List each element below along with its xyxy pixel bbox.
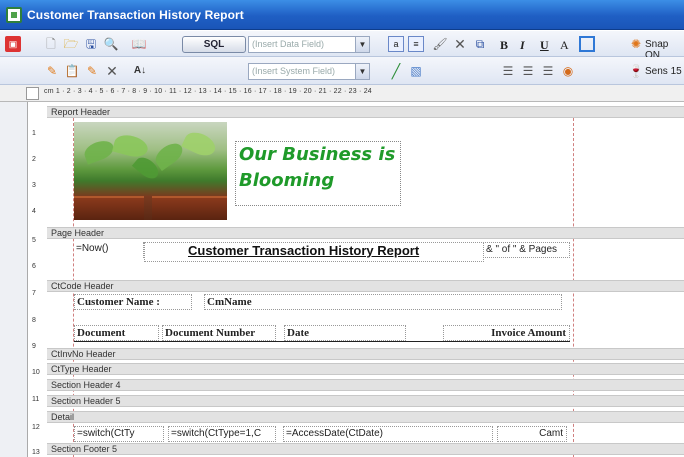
band-page-header[interactable]: Page Header <box>47 227 684 239</box>
column-header-date[interactable]: Date <box>284 325 406 341</box>
align-left-icon[interactable]: ☰ <box>500 63 516 79</box>
ruler-ticks: 1 · 2 · 3 · 4 · 5 · 6 · 7 · 8 · 9 · 10 ·… <box>55 88 372 95</box>
sensitivity-value[interactable]: Sens 15 <box>645 66 682 77</box>
horizontal-ruler: cm 1 · 2 · 3 · 4 · 5 · 6 · 7 · 8 · 9 · 1… <box>0 85 684 102</box>
column-header-underline <box>74 341 570 342</box>
now-field[interactable]: =Now() <box>74 242 144 258</box>
band-report-header[interactable]: Report Header <box>47 106 684 118</box>
book-icon[interactable]: 📖 <box>131 36 147 52</box>
border-icon[interactable] <box>579 36 595 52</box>
plant-leaf <box>111 131 151 161</box>
open-folder-icon[interactable]: 🗁 <box>63 36 79 52</box>
image-icon[interactable]: ▧ <box>408 63 424 79</box>
vruler-label: 2 <box>32 156 36 163</box>
vruler-label: 7 <box>32 290 36 297</box>
vruler-label: 11 <box>32 396 40 403</box>
main-toolbar: ▣ 🗋 🗁 🖫 🔍 📖 SQL (Insert Data Field) ▼ a … <box>0 31 684 61</box>
flower-pot <box>152 196 227 220</box>
ruler-unit-label: cm <box>44 88 54 95</box>
chevron-down-icon[interactable]: ▼ <box>355 64 369 79</box>
sql-button[interactable]: SQL <box>182 36 246 53</box>
chevron-down-icon[interactable]: ▼ <box>355 37 369 52</box>
band-section-header-5[interactable]: Section Header 5 <box>47 395 684 407</box>
window-title: Customer Transaction History Report <box>27 8 244 22</box>
band-ctinvno-header[interactable]: CtInvNo Header <box>47 348 684 360</box>
print-preview-icon[interactable]: 🔍 <box>103 36 119 52</box>
customer-name-field[interactable]: CmName <box>204 294 562 310</box>
ruler-corner[interactable] <box>26 87 39 100</box>
vruler-label: 12 <box>32 424 40 431</box>
vruler-label: 3 <box>32 182 36 189</box>
vruler-label: 10 <box>32 369 40 376</box>
copy-icon[interactable]: ⧉ <box>472 36 488 52</box>
insert-data-field-placeholder: (Insert Data Field) <box>252 39 325 49</box>
column-header-document-number[interactable]: Document Number <box>162 325 276 341</box>
report-title-label: Customer Transaction History Report <box>188 243 420 258</box>
page-number-field[interactable]: & " of " & Pages <box>483 242 570 258</box>
detail-date-field[interactable]: =AccessDate(CtDate) <box>283 426 493 442</box>
format-toolbar: ✎ 📋 ✎ ✕ A↓ (Insert System Field) ▼ ╱ ▧ ☰… <box>0 57 684 85</box>
vruler-label: 8 <box>32 317 36 324</box>
text-box-icon[interactable]: a <box>388 36 404 52</box>
insert-data-field-combo[interactable]: (Insert Data Field) ▼ <box>248 36 370 53</box>
band-detail[interactable]: Detail <box>47 411 684 423</box>
vruler-label: 13 <box>32 449 40 456</box>
band-cttype-header[interactable]: CtType Header <box>47 363 684 375</box>
italic-button[interactable]: I <box>520 38 525 53</box>
app-icon <box>6 7 22 23</box>
band-section-header-4[interactable]: Section Header 4 <box>47 379 684 391</box>
flower-pot <box>74 196 144 220</box>
delete-icon[interactable]: ✕ <box>452 36 468 52</box>
ruler-units: cm 1 · 2 · 3 · 4 · 5 · 6 · 7 · 8 · 9 · 1… <box>44 88 372 95</box>
band-section-footer-5[interactable]: Section Footer 5 <box>47 443 684 455</box>
vruler-label: 6 <box>32 263 36 270</box>
vruler-label: 4 <box>32 208 36 215</box>
insert-text-icon[interactable]: ✎ <box>44 63 60 79</box>
paste-icon[interactable]: 📋 <box>64 63 80 79</box>
field-box-icon[interactable]: ≡ <box>408 36 424 52</box>
save-icon[interactable]: 🖫 <box>83 36 99 52</box>
vruler-label: 5 <box>32 237 36 244</box>
column-header-invoice-amount[interactable]: Invoice Amount <box>443 325 570 341</box>
plant-leaf <box>181 128 219 160</box>
close-report-icon[interactable]: ▣ <box>5 36 21 52</box>
column-header-document[interactable]: Document <box>74 325 159 341</box>
detail-document-field[interactable]: =switch(CtTy <box>74 426 164 442</box>
font-color-button[interactable]: A <box>560 38 569 53</box>
fill-color-icon[interactable]: ◉ <box>560 63 576 79</box>
detail-document-number-field[interactable]: =switch(CtType=1,C <box>168 426 276 442</box>
report-header-image[interactable] <box>74 122 227 220</box>
tagline-label[interactable]: Our Business is Blooming <box>235 141 401 206</box>
underline-button[interactable]: U <box>540 38 549 53</box>
snap-icon: ✺ <box>630 37 642 51</box>
align-center-icon[interactable]: ☰ <box>520 63 536 79</box>
sort-icon[interactable]: A↓ <box>132 63 148 79</box>
bold-button[interactable]: B <box>500 38 508 53</box>
paint-icon[interactable]: 🖌 <box>432 36 448 52</box>
sensitivity-icon: 🍷 <box>628 64 644 78</box>
customer-name-label[interactable]: Customer Name : <box>74 294 192 310</box>
vruler-label: 1 <box>32 130 36 137</box>
insert-system-field-placeholder: (Insert System Field) <box>252 66 336 76</box>
vruler-label: 9 <box>32 343 36 350</box>
insert-system-field-combo[interactable]: (Insert System Field) ▼ <box>248 63 370 80</box>
band-ctcode-header[interactable]: CtCode Header <box>47 280 684 292</box>
line-icon[interactable]: ╱ <box>388 63 404 79</box>
align-right-icon[interactable]: ☰ <box>540 63 556 79</box>
new-icon[interactable]: 🗋 <box>43 36 59 52</box>
title-bar: Customer Transaction History Report <box>0 0 684 30</box>
format-painter-icon[interactable]: ✎ <box>84 63 100 79</box>
remove-icon[interactable]: ✕ <box>104 63 120 79</box>
detail-amount-field[interactable]: Camt <box>497 426 567 442</box>
